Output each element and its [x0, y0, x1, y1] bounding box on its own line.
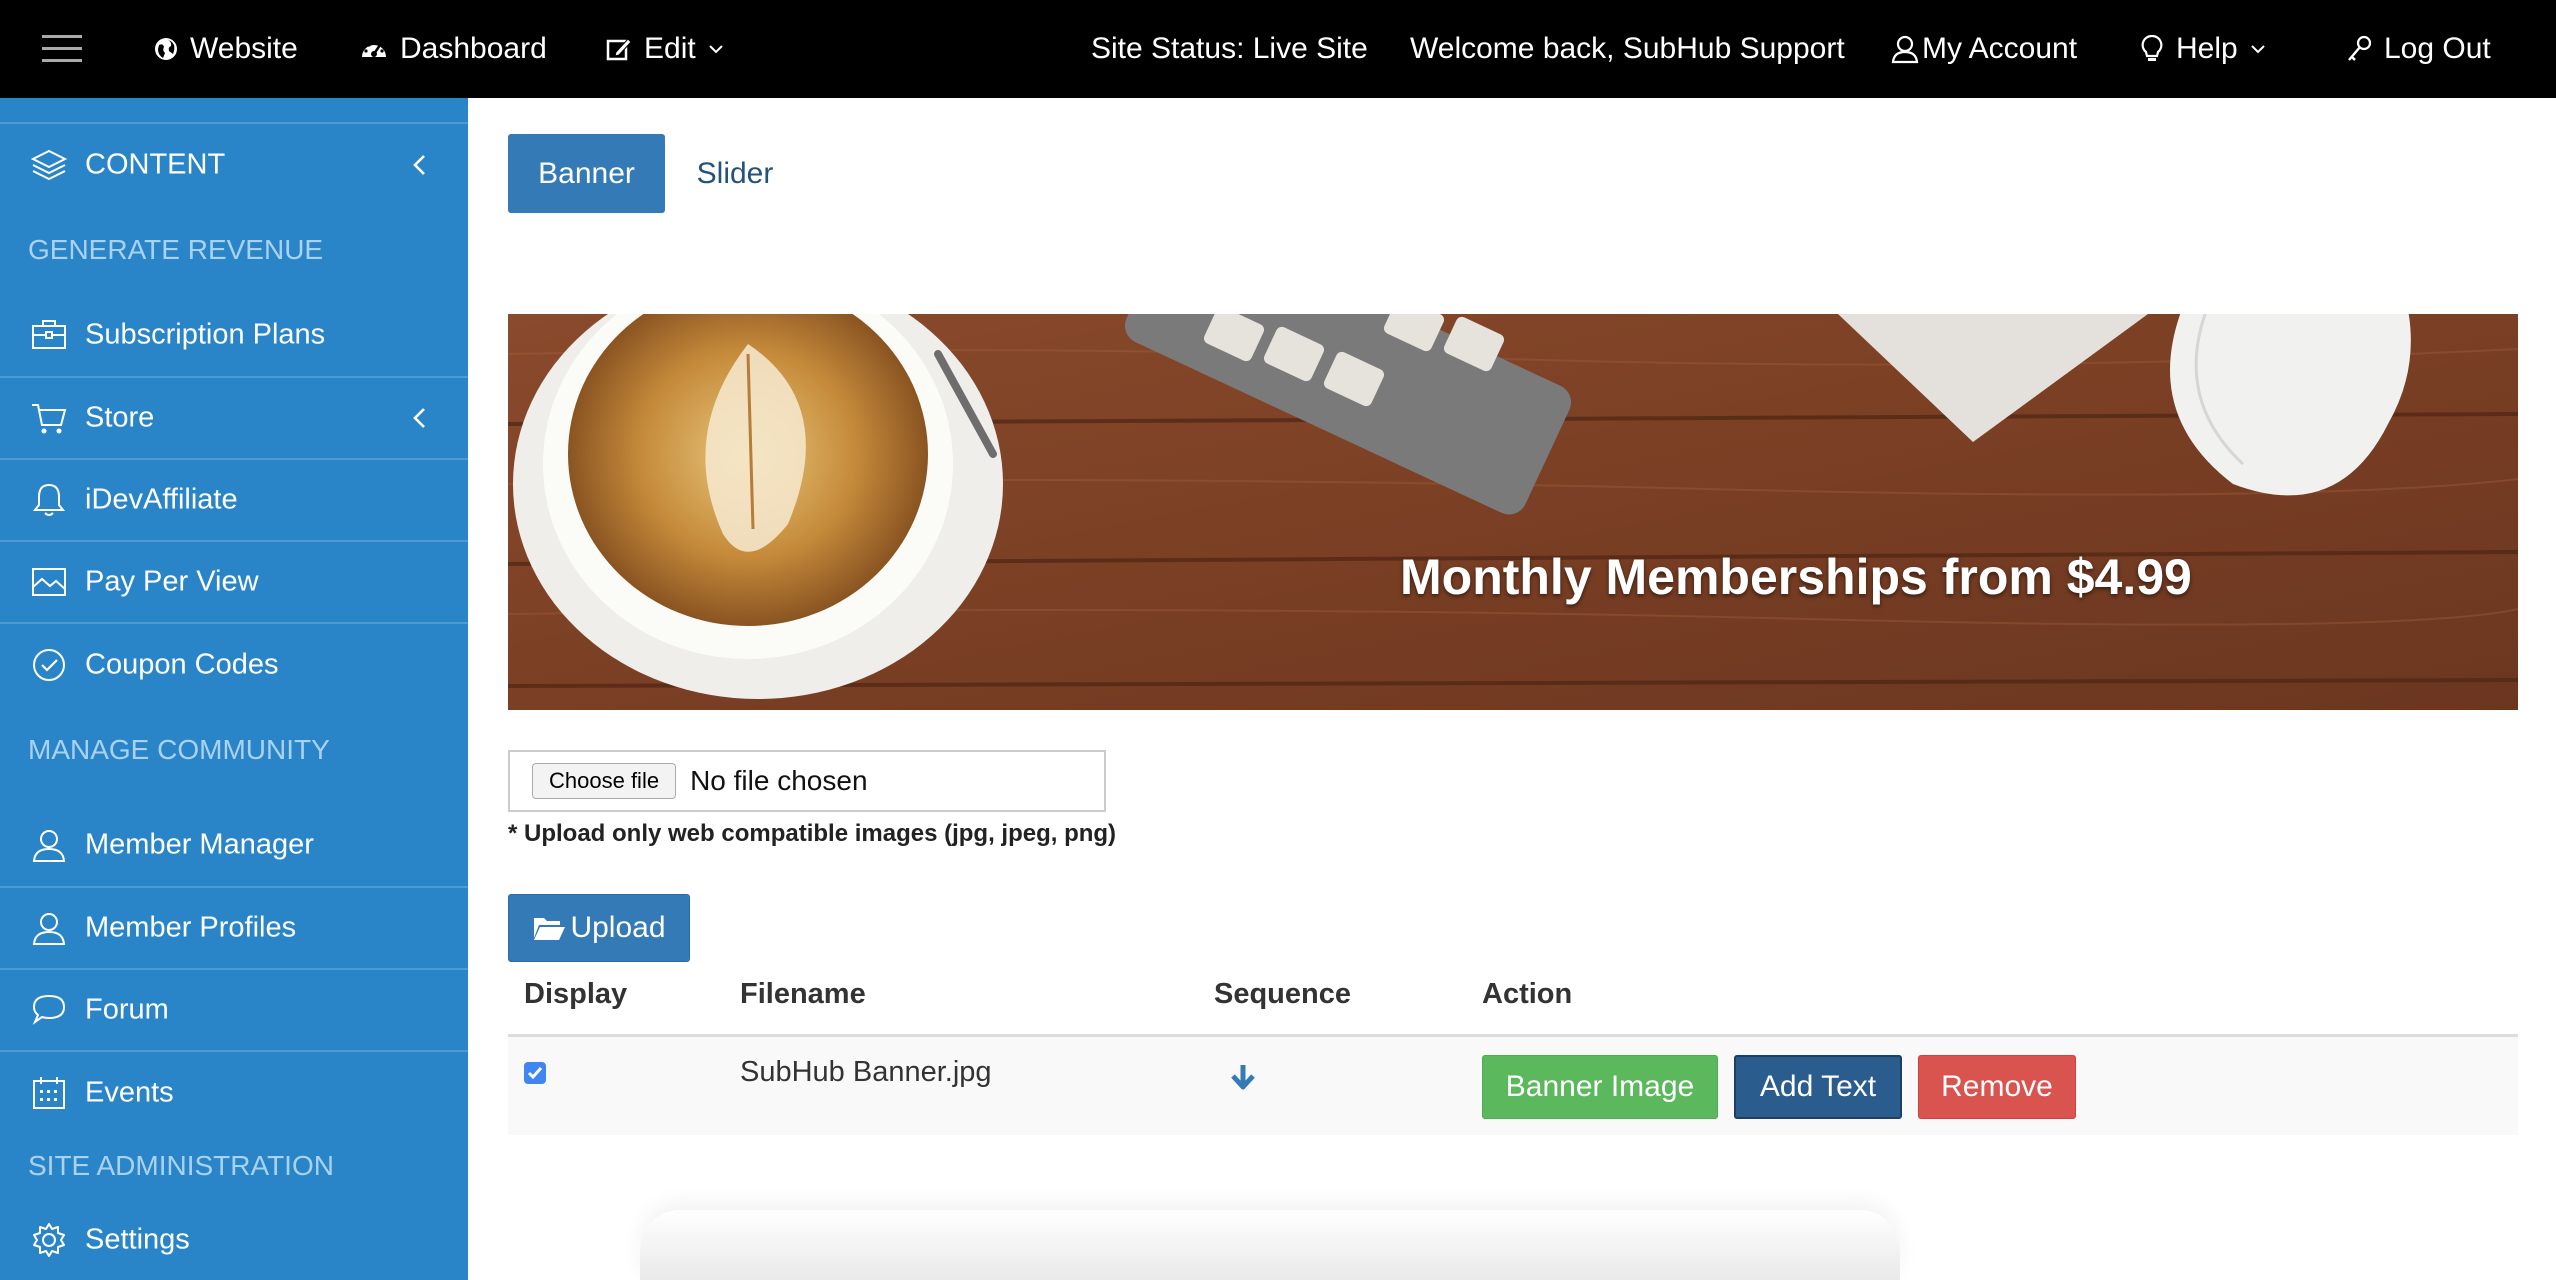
column-header-filename: Filename [740, 978, 866, 1010]
column-header-display: Display [524, 978, 628, 1010]
calendar-icon [33, 1077, 65, 1109]
sidebar-item-member-profiles[interactable]: Member Profiles [0, 888, 468, 970]
section-generate-revenue: GENERATE REVENUE [28, 234, 324, 265]
lightbulb-icon [2141, 34, 2163, 61]
bell-icon [32, 483, 66, 516]
remove-button[interactable]: Remove [1918, 1055, 2076, 1119]
choose-file-button[interactable]: Choose file [532, 763, 677, 799]
welcome-message-label: Welcome back, SubHub Support [1410, 32, 1845, 65]
top-navbar: Website Dashboard Edit Site Status: Live… [0, 0, 2556, 98]
nav-my-account[interactable]: My Account [1890, 0, 2077, 98]
sidebar-item-store[interactable]: Store [0, 378, 468, 460]
nav-edit-dropdown[interactable]: Edit [606, 0, 724, 98]
edit-icon [606, 38, 632, 61]
sidebar-item-subscription-plans[interactable]: Subscription Plans [0, 294, 468, 378]
layers-icon [30, 149, 68, 181]
key-icon [2348, 35, 2372, 61]
image-icon [32, 568, 66, 596]
welcome-message: Welcome back, SubHub Support [1410, 0, 1845, 98]
sidebar-item-label: Member Manager [85, 828, 314, 861]
menu-toggle-button[interactable] [40, 0, 84, 98]
arrow-down-icon[interactable] [1228, 1062, 1258, 1092]
sidebar-item-idevaffiliate[interactable]: iDevAffiliate [0, 460, 468, 542]
sidebar-item-pay-per-view[interactable]: Pay Per View [0, 542, 468, 624]
site-status-label: Site Status: Live Site [1091, 32, 1368, 65]
nav-website[interactable]: Website [154, 0, 298, 98]
chevron-left-icon [413, 408, 425, 428]
sidebar-item-label: Forum [85, 993, 169, 1026]
tab-slider[interactable]: Slider [675, 134, 795, 213]
sidebar-item-label: Pay Per View [85, 565, 259, 598]
nav-help-label: Help [2176, 32, 2238, 65]
briefcase-icon [32, 320, 66, 349]
sidebar-item-events[interactable]: Events [0, 1052, 468, 1134]
column-header-action: Action [1482, 978, 1573, 1010]
nav-website-label: Website [190, 32, 298, 65]
checkmark-icon [527, 1067, 543, 1080]
sidebar-item-label: CONTENT [85, 148, 226, 181]
site-status: Site Status: Live Site [1091, 0, 1368, 98]
user-icon [1891, 35, 1919, 64]
add-text-button[interactable]: Add Text [1734, 1055, 1902, 1119]
sidebar-item-member-manager[interactable]: Member Manager [0, 804, 468, 888]
sidebar-item-label: Subscription Plans [85, 318, 326, 351]
upload-button[interactable]: Upload [508, 894, 690, 962]
bottom-overlay [640, 1210, 1900, 1280]
section-site-administration: SITE ADMINISTRATION [28, 1150, 334, 1181]
section-manage-community: MANAGE COMMUNITY [28, 734, 330, 765]
nav-my-account-label: My Account [1922, 32, 2078, 65]
sidebar-item-label: Events [85, 1076, 174, 1109]
sidebar-item-settings[interactable]: Settings [0, 1200, 468, 1280]
chevron-left-icon [413, 155, 425, 175]
tab-banner[interactable]: Banner [508, 134, 665, 213]
sidebar-item-label: Store [85, 401, 155, 434]
gear-icon [33, 1223, 65, 1257]
nav-log-out-label: Log Out [2384, 32, 2491, 65]
nav-dashboard-label: Dashboard [400, 32, 547, 65]
banner-preview [508, 314, 2518, 710]
sidebar-item-label: Coupon Codes [85, 648, 279, 681]
sidebar-item-coupon-codes[interactable]: Coupon Codes [0, 624, 468, 706]
filename-cell: SubHub Banner.jpg [740, 1056, 992, 1088]
sidebar: CONTENT GENERATE REVENUE Subscription Pl… [0, 98, 468, 1280]
sidebar-item-label: iDevAffiliate [85, 483, 238, 516]
user-icon [32, 913, 66, 945]
folder-open-icon [534, 918, 566, 940]
column-header-sequence: Sequence [1214, 978, 1351, 1010]
hamburger-icon [42, 35, 82, 62]
banner-caption: Monthly Memberships from $4.99 [1400, 549, 2192, 605]
sidebar-item-content[interactable]: CONTENT [0, 124, 468, 206]
banner-image-button[interactable]: Banner Image [1482, 1055, 1718, 1119]
sidebar-item-forum[interactable]: Forum [0, 970, 468, 1052]
nav-help-dropdown[interactable]: Help [2140, 0, 2266, 98]
banner-image [508, 314, 2518, 710]
file-status: No file chosen [690, 765, 868, 796]
nav-dashboard[interactable]: Dashboard [360, 0, 547, 98]
upload-button-label: Upload [570, 911, 666, 944]
upload-hint: * Upload only web compatible images (jpg… [508, 820, 1117, 847]
nav-edit-label: Edit [644, 32, 696, 65]
sidebar-item-label: Member Profiles [85, 911, 297, 944]
sidebar-item-label: Settings [85, 1223, 190, 1256]
cart-icon [32, 404, 67, 434]
file-input[interactable]: Choose file No file chosen [508, 750, 1106, 812]
user-icon [32, 830, 66, 862]
display-checkbox[interactable] [524, 1062, 546, 1084]
globe-icon [155, 38, 177, 60]
nav-log-out[interactable]: Log Out [2346, 0, 2491, 98]
dashboard-icon [362, 41, 386, 57]
chevron-down-icon [2250, 45, 2265, 54]
check-circle-icon [33, 649, 65, 681]
chevron-down-icon [708, 45, 723, 54]
chat-bubble-icon [32, 994, 66, 1025]
